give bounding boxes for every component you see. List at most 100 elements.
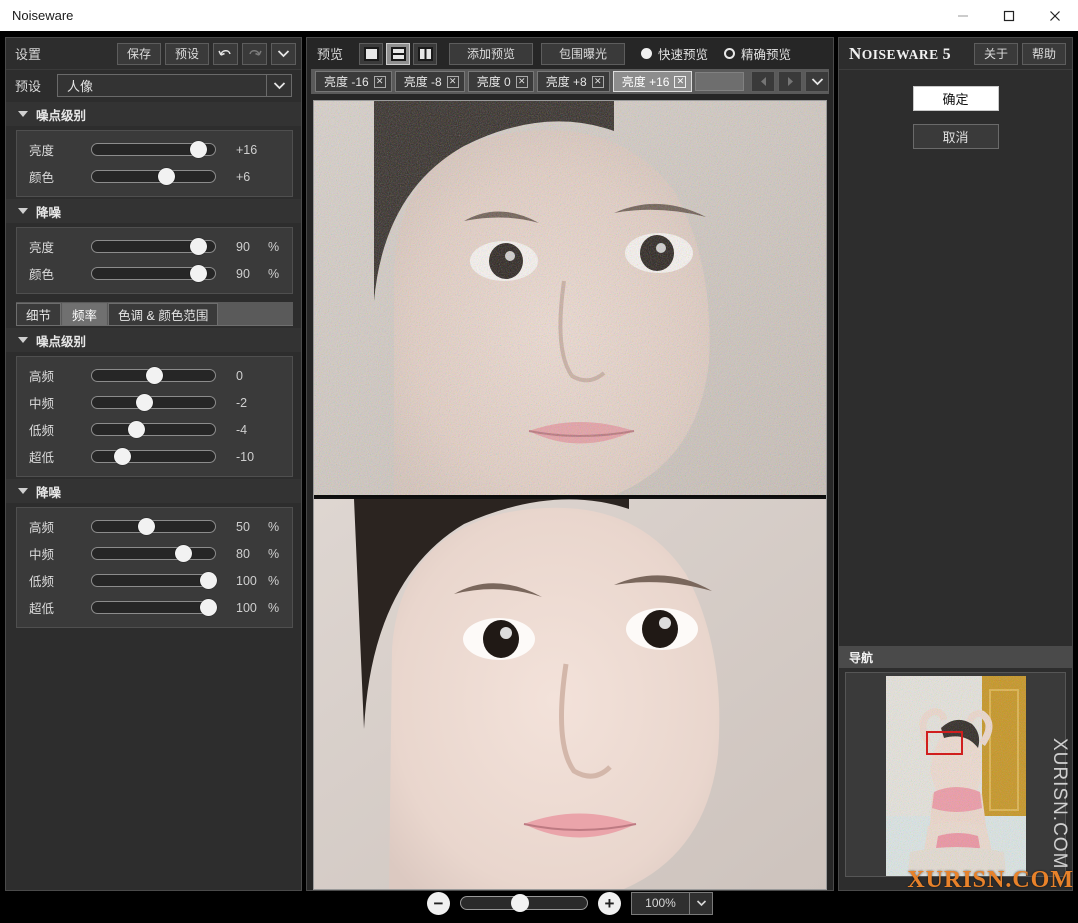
slider-row: 超低 100 %: [17, 594, 292, 621]
vertical-split-view-icon[interactable]: [413, 42, 438, 65]
preview-panel: 预览 添加预览 包围曝光 快速预览 精确预览 亮度 -16 ✕ 亮度 -8 ✕ …: [306, 37, 834, 891]
horizontal-split-view-icon[interactable]: [386, 42, 411, 65]
slider-row: 中频 80 %: [17, 540, 292, 567]
settings-header: 设置 保存 预设: [6, 38, 301, 70]
navigator-viewport-marker[interactable]: [926, 731, 963, 755]
navigator-body[interactable]: [845, 672, 1066, 877]
noiseware-window: Noiseware 设置 保存 预设 预设 人像 噪点级别 亮度 +16 颜色 …: [0, 0, 1078, 915]
slider-label: 亮度: [29, 144, 55, 158]
redo-icon[interactable]: [242, 42, 267, 65]
about-button[interactable]: 关于: [974, 42, 1018, 65]
window-title: Noiseware: [12, 8, 74, 23]
brand-version: 5: [942, 45, 952, 63]
triangle-right-icon[interactable]: [778, 71, 802, 92]
luminance-noise-slider[interactable]: [91, 141, 216, 158]
slider-row: 高频 50 %: [17, 513, 292, 540]
triangle-left-icon[interactable]: [751, 71, 775, 92]
preview-tab-label: 亮度 +8: [545, 75, 587, 89]
high-freq-denoise-slider[interactable]: [91, 518, 216, 535]
slider-value: +16: [236, 142, 258, 157]
close-icon[interactable]: ✕: [515, 75, 528, 88]
preview-tab[interactable]: 亮度 -16 ✕: [315, 71, 392, 92]
section-header-denoise[interactable]: 降噪: [6, 199, 301, 223]
low-freq-noise-slider[interactable]: [91, 421, 216, 438]
settings-menu-chevron-down-icon[interactable]: [271, 42, 296, 65]
accurate-preview-label: 精确预览: [741, 48, 792, 62]
slider-value: 100: [236, 600, 257, 615]
section-title: 噪点级别: [36, 334, 87, 349]
ok-button[interactable]: 确定: [912, 86, 999, 111]
slider-unit: %: [268, 546, 280, 561]
section-header-freq-denoise[interactable]: 降噪: [6, 479, 301, 503]
close-icon[interactable]: ✕: [446, 75, 459, 88]
preview-tab-list-chevron-down-icon[interactable]: [805, 71, 829, 92]
accurate-preview-radio[interactable]: 精确预览: [724, 44, 791, 63]
tab-frequency[interactable]: 频率: [62, 303, 108, 325]
quick-preview-label: 快速预览: [658, 48, 709, 62]
add-preview-button[interactable]: 添加预览: [449, 42, 534, 65]
maximize-button[interactable]: [986, 0, 1032, 31]
close-icon[interactable]: ✕: [591, 75, 604, 88]
zoom-slider[interactable]: [460, 894, 588, 912]
color-noise-slider[interactable]: [91, 168, 216, 185]
very-low-freq-noise-slider[interactable]: [91, 448, 216, 465]
slider-unit: %: [268, 519, 280, 534]
chevron-down-icon: [689, 892, 712, 914]
minus-circle-icon[interactable]: −: [427, 891, 450, 915]
navigator-header: 导航: [839, 646, 1072, 668]
tab-tone-color-range[interactable]: 色调 & 颜色范围: [108, 303, 219, 325]
preview-tab[interactable]: 亮度 +8 ✕: [536, 71, 610, 92]
denoise-color-slider[interactable]: [91, 265, 216, 282]
zoom-level-select[interactable]: 100%: [631, 891, 713, 915]
section-header-freq-noise-level[interactable]: 噪点级别: [6, 328, 301, 352]
bracket-exposure-button[interactable]: 包围曝光: [541, 42, 626, 65]
quick-preview-radio[interactable]: 快速预览: [641, 44, 708, 63]
preset-button[interactable]: 预设: [165, 42, 209, 65]
save-button[interactable]: 保存: [117, 42, 161, 65]
very-low-freq-denoise-slider[interactable]: [91, 599, 217, 616]
slider-value: 0: [236, 368, 243, 383]
preview-tab-selected[interactable]: 亮度 +16 ✕: [612, 71, 693, 92]
slider-row: 亮度 +16: [17, 136, 292, 163]
preview-header: 预览 添加预览 包围曝光 快速预览 精确预览: [307, 38, 833, 69]
slider-row: 低频 -4: [17, 416, 292, 443]
brand-row: NOISEWARE 5 关于 帮助: [839, 38, 1072, 70]
slider-label: 亮度: [29, 241, 55, 255]
high-freq-noise-slider[interactable]: [91, 367, 216, 384]
preview-canvas[interactable]: [313, 100, 827, 890]
brand-oise: OISE: [861, 46, 897, 62]
slider-label: 低频: [29, 424, 55, 438]
undo-icon[interactable]: [213, 42, 238, 65]
help-button[interactable]: 帮助: [1022, 42, 1066, 65]
mid-freq-denoise-slider[interactable]: [91, 545, 216, 562]
preview-tab-label: 亮度 -8: [403, 75, 442, 89]
denoise-luminance-slider[interactable]: [91, 238, 216, 255]
slider-row: 中频 -2: [17, 389, 292, 416]
cancel-button[interactable]: 取消: [912, 124, 999, 149]
mid-freq-noise-slider[interactable]: [91, 394, 216, 411]
low-freq-denoise-slider[interactable]: [91, 572, 217, 589]
preset-row: 预设 人像: [6, 70, 301, 100]
preview-tab[interactable]: 亮度 -8 ✕: [394, 71, 465, 92]
plus-circle-icon[interactable]: +: [598, 891, 621, 915]
slider-unit: %: [268, 573, 280, 588]
preview-tab[interactable]: 亮度 0 ✕: [467, 71, 534, 92]
minimize-button[interactable]: [940, 0, 986, 31]
close-icon[interactable]: ✕: [373, 75, 386, 88]
slider-value: 50: [236, 519, 250, 534]
dialog-buttons: 确定 取消: [839, 70, 1072, 149]
settings-panel: 设置 保存 预设 预设 人像 噪点级别 亮度 +16 颜色 +6 降噪 亮度 9…: [5, 37, 302, 891]
brand-ware: WARE: [896, 46, 939, 62]
section-header-noise-level[interactable]: 噪点级别: [6, 102, 301, 126]
close-icon[interactable]: ✕: [674, 75, 687, 88]
preset-select[interactable]: 人像: [57, 73, 292, 97]
radio-dot-icon: [724, 48, 736, 59]
section-body-denoise: 亮度 90 % 颜色 90 %: [16, 227, 293, 294]
slider-label: 低频: [29, 575, 55, 589]
single-view-icon[interactable]: [359, 42, 384, 65]
window-controls: [940, 0, 1078, 31]
zoom-level-value: 100%: [645, 896, 676, 910]
tab-detail[interactable]: 细节: [16, 303, 62, 325]
preset-value: 人像: [67, 78, 94, 94]
close-button[interactable]: [1032, 0, 1078, 31]
